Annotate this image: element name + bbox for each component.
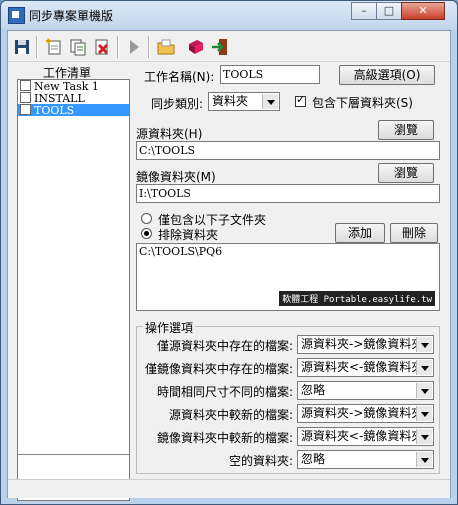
mirror-folder-input[interactable]: I:\TOOLS	[136, 184, 440, 203]
sync-type-select[interactable]: 資料夾	[208, 92, 280, 111]
op-label-same-time: 時間相同尺寸不同的檔案:	[156, 385, 293, 399]
list-item[interactable]: C:\TOOLS\PQ6	[139, 245, 437, 258]
op-select-empty-folders[interactable]: 忽略	[297, 450, 434, 469]
close-button[interactable]: ✕	[401, 2, 445, 20]
op-label-source-newer: 源資料夾中較新的檔案:	[168, 408, 293, 422]
sync-type-label: 同步類別:	[151, 97, 204, 111]
source-browse-button[interactable]: 瀏覽	[378, 120, 434, 140]
status-bar	[8, 479, 450, 498]
include-subfolders-label: 包含下層資料夾(S)	[312, 96, 413, 110]
chevron-down-icon[interactable]	[262, 94, 278, 109]
list-item[interactable]: TOOLS	[18, 104, 129, 117]
toolbar	[8, 31, 450, 62]
op-select-source-newer[interactable]: 源資料夾->鏡像資料夾	[297, 404, 434, 423]
op-select-mirror-only[interactable]: 源資料夾<-鏡像資料夾	[297, 358, 434, 377]
title-bar[interactable]: 同步專案單機版 – □ ✕	[1, 1, 457, 29]
app-window: 同步專案單機版 – □ ✕ 工作清單 New Task 1 INSTALL TO…	[0, 0, 458, 505]
client-area: 工作清單 New Task 1 INSTALL TOOLS 工作名稱(N): T…	[7, 30, 451, 501]
run-icon[interactable]	[124, 37, 144, 57]
task-checkbox[interactable]	[20, 104, 31, 115]
op-select-mirror-newer[interactable]: 源資料夾<-鏡像資料夾	[297, 427, 434, 446]
list-item[interactable]: New Task 1	[18, 80, 129, 93]
task-checkbox[interactable]	[20, 92, 31, 103]
op-label-empty-folders: 空的資料夾:	[228, 454, 293, 468]
watermark: 軟體工程 Portable.easylife.tw	[279, 291, 435, 306]
op-label-source-only: 僅源資料夾中存在的檔案:	[156, 339, 293, 353]
delete-task-icon[interactable]	[92, 37, 112, 57]
op-label-mirror-only: 僅鏡像資料夾中存在的檔案:	[144, 362, 293, 376]
task-checkbox[interactable]	[20, 80, 31, 91]
chevron-down-icon[interactable]	[416, 360, 432, 375]
maximize-button[interactable]: □	[376, 2, 402, 20]
chevron-down-icon[interactable]	[416, 337, 432, 352]
exclude-folders-label: 排除資料夾	[158, 228, 219, 242]
operations-title: 操作選項	[143, 319, 196, 336]
folder-filter-list[interactable]: C:\TOOLS\PQ6 軟體工程 Portable.easylife.tw	[136, 243, 440, 311]
app-icon	[8, 7, 25, 24]
open-folder-icon[interactable]	[156, 37, 176, 57]
chevron-down-icon[interactable]	[416, 406, 432, 421]
delete-button[interactable]: 刪除	[390, 223, 438, 243]
list-divider	[18, 454, 129, 455]
books-icon[interactable]	[186, 37, 206, 57]
minimize-button[interactable]: –	[351, 2, 377, 20]
op-select-source-only[interactable]: 源資料夾->鏡像資料夾	[297, 335, 434, 354]
chevron-down-icon[interactable]	[416, 383, 432, 398]
include-subfolders-checkbox[interactable]	[295, 93, 306, 107]
window-title: 同步專案單機版	[29, 9, 114, 23]
exit-icon[interactable]	[210, 37, 230, 57]
source-folder-label: 源資料夾(H)	[136, 127, 203, 141]
chevron-down-icon[interactable]	[416, 429, 432, 444]
list-item[interactable]: INSTALL	[18, 92, 129, 105]
task-name-label: 工作名稱(N):	[144, 70, 215, 84]
task-name-input[interactable]: TOOLS	[220, 65, 320, 84]
exclude-folders-radio[interactable]	[141, 228, 152, 239]
operations-group: 操作選項 僅源資料夾中存在的檔案: 源資料夾->鏡像資料夾 僅鏡像資料夾中存在的…	[136, 319, 440, 474]
mirror-folder-label: 鏡像資料夾(M)	[136, 170, 216, 184]
copy-task-icon[interactable]	[68, 37, 88, 57]
advanced-options-button[interactable]: 高級選項(O)	[339, 65, 435, 85]
task-list[interactable]: New Task 1 INSTALL TOOLS	[17, 79, 130, 501]
new-task-icon[interactable]	[44, 37, 64, 57]
include-only-radio[interactable]	[141, 213, 152, 224]
save-icon[interactable]	[12, 37, 32, 57]
add-button[interactable]: 添加	[335, 223, 385, 243]
op-label-mirror-newer: 鏡像資料夾中較新的檔案:	[156, 431, 293, 445]
op-select-same-time[interactable]: 忽略	[297, 381, 434, 400]
mirror-browse-button[interactable]: 瀏覽	[378, 163, 434, 183]
chevron-down-icon[interactable]	[416, 452, 432, 467]
source-folder-input[interactable]: C:\TOOLS	[136, 141, 440, 160]
